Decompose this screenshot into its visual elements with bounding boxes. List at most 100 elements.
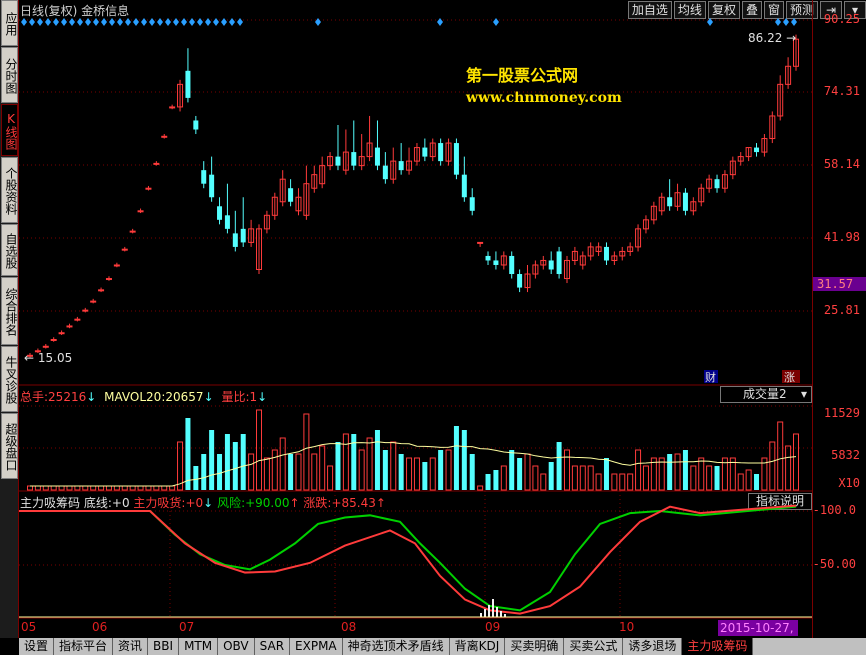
volume-bar — [477, 485, 484, 491]
volume-bar — [105, 485, 112, 491]
accumulation-bar — [500, 611, 502, 617]
volume-bar — [209, 430, 215, 490]
accumulation-bar — [496, 607, 498, 617]
volume-bar — [611, 473, 618, 491]
event-marker-icon — [109, 18, 115, 26]
candle-body — [461, 174, 467, 198]
finance-badge: 财 — [705, 370, 716, 384]
candle-body — [74, 318, 81, 321]
candle-body — [469, 197, 475, 211]
month-axis: 05 06 07 08 09 10 — [19, 618, 813, 636]
candle-body — [137, 210, 144, 213]
candle-body — [153, 162, 160, 165]
volume-bar — [153, 485, 160, 491]
volume-bar — [311, 453, 318, 491]
candle-body — [667, 197, 673, 207]
volume-bar — [58, 485, 65, 491]
volume-bar — [603, 458, 609, 490]
volume-bar — [50, 485, 57, 491]
candle-body — [422, 147, 428, 157]
bottom-tab-12[interactable]: 诱多退场 — [623, 638, 683, 655]
volume-axis-label: 5832 — [831, 448, 860, 462]
volume-bar — [232, 442, 238, 490]
bottom-tab-3[interactable]: BBI — [148, 638, 180, 655]
event-marker-icon — [707, 18, 713, 26]
candle-body — [82, 309, 89, 312]
volume-bar — [248, 453, 255, 491]
candle-body — [90, 300, 97, 303]
volume-bar — [769, 441, 776, 491]
volume-bar — [754, 474, 760, 490]
event-marker-icon — [197, 18, 203, 26]
bottom-tab-9[interactable]: 背离KDJ — [449, 638, 506, 655]
event-marker-icon — [493, 18, 499, 26]
event-marker-icon — [133, 18, 139, 26]
volume-bar — [90, 485, 97, 491]
volume-bar — [145, 485, 152, 491]
candle-body — [754, 147, 760, 153]
candle-body — [113, 264, 120, 267]
bottom-tab-2[interactable]: 资讯 — [113, 638, 149, 655]
volume-bar — [42, 485, 49, 491]
event-marker-icon — [21, 18, 27, 26]
event-marker-icon — [783, 18, 789, 26]
volume-bar — [571, 465, 578, 491]
volume-bar — [517, 458, 523, 490]
bottom-tab-7[interactable]: EXPMA — [290, 638, 343, 655]
volume-bar — [271, 449, 278, 491]
candle-body — [66, 325, 73, 328]
volume-bar — [193, 466, 199, 490]
volume-bar — [327, 465, 334, 491]
indicator-axis-label: -100.0 — [812, 503, 856, 517]
accumulation-bar — [492, 599, 494, 617]
volume-bar — [295, 453, 302, 491]
candle-body — [169, 106, 176, 109]
volume-bar — [563, 449, 570, 491]
kline-chart[interactable]: 86.22 → ← 15.05 财 涨 — [0, 0, 866, 655]
volume-bar — [524, 453, 531, 491]
event-marker-icon — [213, 18, 219, 26]
candle-body — [288, 188, 294, 202]
volume-bar — [485, 474, 491, 490]
event-marker-icon — [205, 18, 211, 26]
volume-bar — [493, 470, 499, 490]
candle-body — [714, 179, 720, 189]
bottom-tab-1[interactable]: 指标平台 — [54, 638, 114, 655]
bottom-tab-10[interactable]: 买卖明确 — [505, 638, 565, 655]
volume-bar — [438, 450, 444, 490]
volume-bar — [382, 450, 388, 490]
volume-bar — [137, 485, 144, 491]
volume-bar — [682, 450, 688, 490]
volume-bar — [785, 445, 792, 491]
candle-body — [201, 170, 207, 184]
bottom-tab-11[interactable]: 买卖公式 — [564, 638, 624, 655]
volume-bar — [540, 473, 547, 491]
bottom-tab-6[interactable]: SAR — [254, 638, 291, 655]
volume-bar — [642, 465, 649, 491]
volume-bar — [74, 485, 81, 491]
event-marker-icon — [775, 18, 781, 26]
accumulation-bar — [484, 609, 486, 617]
volume-bar — [256, 409, 263, 491]
candle-body — [351, 152, 357, 166]
bottom-tab-8[interactable]: 神奇选顶术矛盾线 — [342, 638, 450, 655]
volume-bar — [366, 437, 373, 491]
price-axis-label: 90.25 — [823, 12, 860, 26]
candle-body — [193, 120, 199, 130]
price-axis-label: 58.14 — [823, 157, 860, 171]
volume-bar — [303, 413, 310, 491]
bottom-tab-13[interactable]: 主力吸筹码 — [682, 638, 754, 655]
accumulation-bar — [488, 605, 490, 617]
volume-bar — [82, 485, 89, 491]
volume-bar — [335, 442, 341, 490]
volume-bar — [240, 434, 246, 490]
bottom-tab-4[interactable]: MTM — [179, 638, 219, 655]
month-label: 09 — [485, 620, 501, 634]
rise-badge: 涨 — [784, 371, 795, 384]
volume-bar — [113, 485, 120, 491]
bottom-tab-5[interactable]: OBV — [218, 638, 255, 655]
price-axis-label: 74.31 — [823, 84, 860, 98]
event-marker-icon — [237, 18, 243, 26]
candle-body — [493, 260, 499, 265]
bottom-tab-0[interactable]: 设置 — [19, 638, 55, 655]
